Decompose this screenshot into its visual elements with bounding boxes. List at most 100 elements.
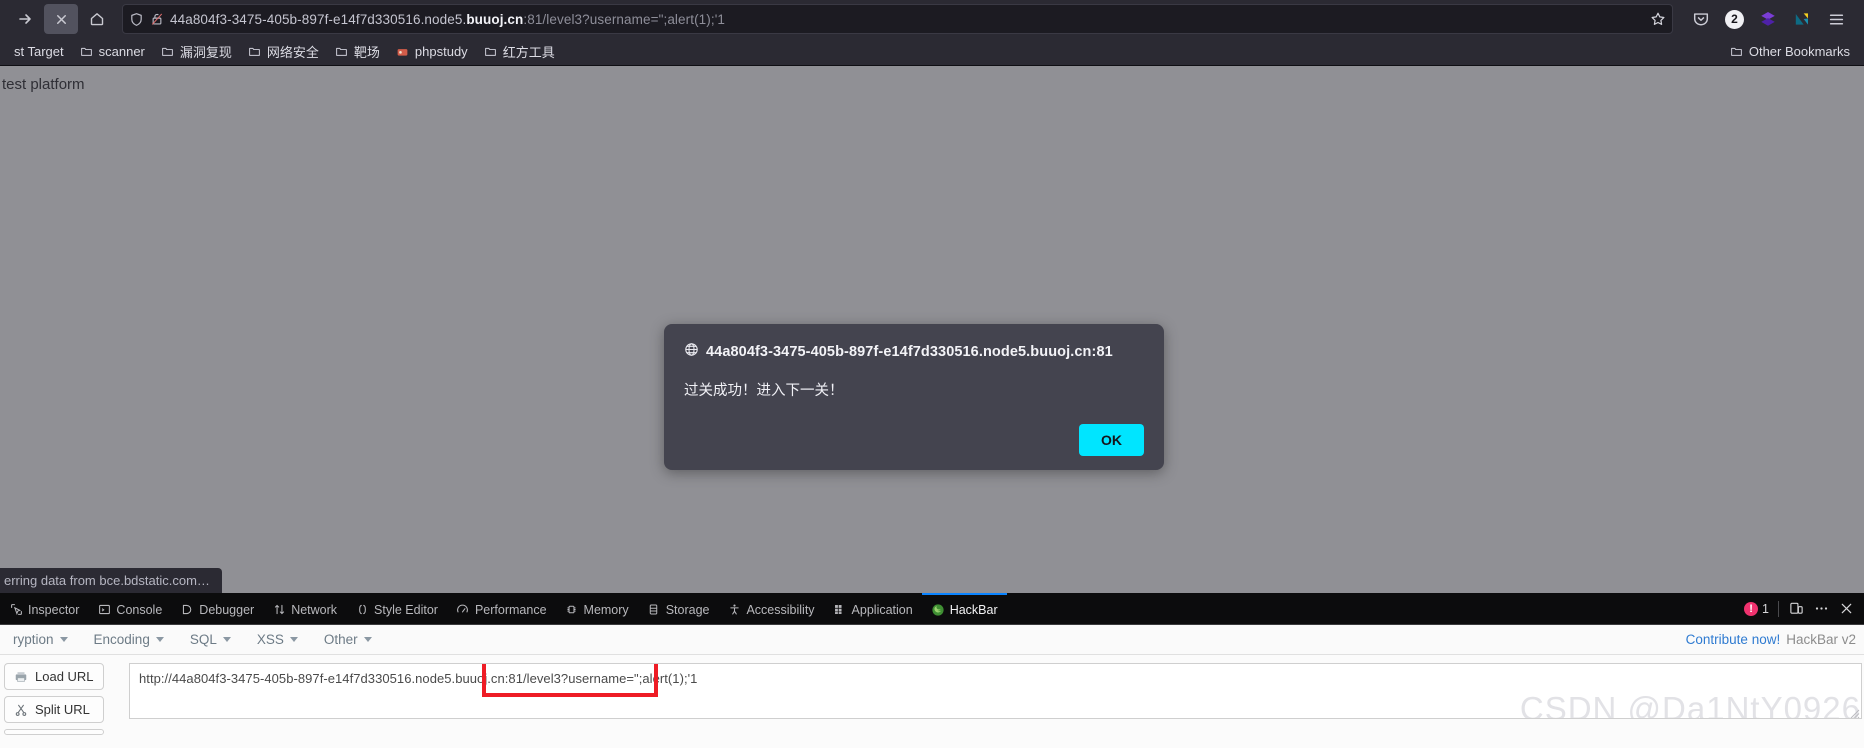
- hackbar-menubar-right: Contribute now! HackBar v2: [1686, 632, 1864, 647]
- devtools-panel: Inspector Console Debugger Network Style: [0, 593, 1864, 748]
- home-button[interactable]: [80, 4, 114, 34]
- style-editor-icon: [355, 603, 369, 617]
- menu-label: XSS: [256, 632, 284, 647]
- close-icon[interactable]: [1838, 601, 1854, 617]
- devtools-tab-console[interactable]: Console: [88, 593, 171, 624]
- forward-button[interactable]: [8, 4, 42, 34]
- bookmark-item-range[interactable]: 靶场: [329, 39, 386, 64]
- tab-label: Performance: [474, 602, 547, 617]
- bookmark-item-redteam-tools[interactable]: 红方工具: [478, 39, 561, 64]
- bookmark-item-phpstudy[interactable]: phpstudy: [390, 41, 474, 62]
- dialog-actions: OK: [684, 424, 1144, 456]
- devtools-tab-application[interactable]: Application: [824, 593, 922, 624]
- chevron-down-icon: [222, 637, 231, 642]
- hackbar-menu-other[interactable]: Other: [311, 632, 385, 647]
- bookmark-label: scanner: [98, 44, 145, 59]
- extension-badge[interactable]: 2: [1725, 9, 1744, 29]
- folder-icon: [80, 45, 94, 59]
- extension-logo-icon[interactable]: [1792, 9, 1812, 29]
- browser-window: 44a804f3-3475-405b-897f-e14f7d330516.nod…: [0, 0, 1864, 748]
- bookmark-item-vuln-recur[interactable]: 漏洞复现: [155, 39, 238, 64]
- tab-label: Accessibility: [746, 602, 815, 617]
- globe-icon: [684, 342, 699, 361]
- toolbar-divider: [1778, 600, 1779, 617]
- devtools-toolbar: Inspector Console Debugger Network Style: [0, 593, 1864, 625]
- tab-label: Network: [291, 602, 338, 617]
- button-label: Load URL: [35, 669, 94, 684]
- hackbar-icon: [931, 603, 945, 617]
- chevron-down-icon: [155, 637, 164, 642]
- pocket-icon[interactable]: [1691, 9, 1711, 29]
- lock-broken-icon[interactable]: [150, 12, 164, 26]
- address-bar[interactable]: 44a804f3-3475-405b-897f-e14f7d330516.nod…: [122, 4, 1673, 34]
- dialog-origin-text: 44a804f3-3475-405b-897f-e14f7d330516.nod…: [706, 343, 1113, 360]
- bookmark-label: st Target: [14, 44, 64, 59]
- error-count-badge[interactable]: ! 1: [1744, 601, 1769, 616]
- hackbar-menu-encryption[interactable]: ryption: [0, 632, 81, 647]
- bookmark-label: 网络安全: [266, 45, 319, 60]
- devtools-tab-performance[interactable]: Performance: [447, 593, 556, 624]
- devtools-tab-accessibility[interactable]: Accessibility: [718, 593, 823, 624]
- extension-diamond-icon[interactable]: [1758, 9, 1778, 29]
- execute-button[interactable]: [4, 729, 104, 735]
- hackbar-menu-sql[interactable]: SQL: [177, 632, 244, 647]
- devtools-tab-storage[interactable]: Storage: [638, 593, 719, 624]
- contribute-link[interactable]: Contribute now!: [1686, 632, 1781, 647]
- menu-label: ryption: [13, 632, 54, 647]
- bookmark-label: 漏洞复现: [179, 45, 232, 60]
- console-icon: [97, 603, 111, 617]
- debugger-icon: [180, 603, 194, 617]
- url-text[interactable]: 44a804f3-3475-405b-897f-e14f7d330516.nod…: [170, 12, 1640, 27]
- tab-label: Storage: [665, 602, 710, 617]
- hackbar-menu-encoding[interactable]: Encoding: [81, 632, 177, 647]
- dialog-ok-button[interactable]: OK: [1079, 424, 1144, 456]
- javascript-alert-dialog: 44a804f3-3475-405b-897f-e14f7d330516.nod…: [664, 324, 1164, 470]
- tab-label: HackBar: [949, 602, 998, 617]
- inspector-icon: [9, 603, 23, 617]
- bookmark-item-scanner[interactable]: scanner: [74, 41, 151, 62]
- tab-label: Console: [116, 602, 163, 617]
- devtools-tab-hackbar[interactable]: HackBar: [921, 593, 1007, 624]
- bookmark-label: 靶场: [353, 45, 380, 60]
- devtools-tab-inspector[interactable]: Inspector: [0, 593, 88, 624]
- bookmark-label: phpstudy: [414, 44, 468, 59]
- responsive-design-mode-icon[interactable]: [1788, 601, 1804, 617]
- load-url-button[interactable]: Load URL: [4, 663, 104, 690]
- url-host: buuoj.cn: [466, 11, 524, 27]
- storage-icon: [647, 603, 661, 617]
- button-label: Split URL: [35, 702, 90, 717]
- network-icon: [272, 603, 286, 617]
- shield-icon[interactable]: [129, 12, 144, 27]
- hackbar-body: Load URL Split URL http://44a804f3-3475-…: [0, 655, 1864, 735]
- menu-label: Other: [323, 632, 358, 647]
- other-bookmarks-button[interactable]: Other Bookmarks: [1724, 41, 1856, 62]
- chevron-down-icon: [363, 637, 372, 642]
- tab-label: Application: [851, 602, 913, 617]
- status-bar-text: erring data from bce.bdstatic.com…: [0, 568, 222, 593]
- tab-label: Debugger: [199, 602, 255, 617]
- devtools-tab-memory[interactable]: Memory: [556, 593, 638, 624]
- resize-grip-icon[interactable]: [1850, 707, 1860, 718]
- devtools-toolbar-right: ! 1: [1734, 593, 1864, 624]
- browser-toolbar-icons: 2: [1675, 9, 1856, 29]
- star-icon[interactable]: [1646, 11, 1666, 27]
- devtools-tab-style-editor[interactable]: Style Editor: [346, 593, 447, 624]
- error-icon: !: [1744, 601, 1759, 616]
- tab-label: Inspector: [28, 602, 80, 617]
- hackbar-url-input[interactable]: http://44a804f3-3475-405b-897f-e14f7d330…: [129, 663, 1862, 719]
- more-options-icon[interactable]: [1813, 601, 1829, 617]
- hackbar-action-buttons: Load URL Split URL: [0, 663, 104, 735]
- app-menu-icon[interactable]: [1826, 9, 1846, 29]
- bookmark-item-netsec[interactable]: 网络安全: [242, 39, 325, 64]
- browser-chrome: 44a804f3-3475-405b-897f-e14f7d330516.nod…: [0, 0, 1864, 66]
- hackbar-menu-xss[interactable]: XSS: [244, 632, 311, 647]
- bookmark-item-test-target[interactable]: st Target: [8, 41, 70, 62]
- error-count-label: 1: [1762, 601, 1769, 616]
- devtools-tab-debugger[interactable]: Debugger: [171, 593, 263, 624]
- devtools-tab-network[interactable]: Network: [263, 593, 346, 624]
- chevron-down-icon: [59, 637, 68, 642]
- dialog-message: 过关成功！进入下一关！: [684, 383, 844, 399]
- split-url-button[interactable]: Split URL: [4, 696, 104, 723]
- stop-button[interactable]: [44, 4, 78, 34]
- performance-icon: [456, 603, 470, 617]
